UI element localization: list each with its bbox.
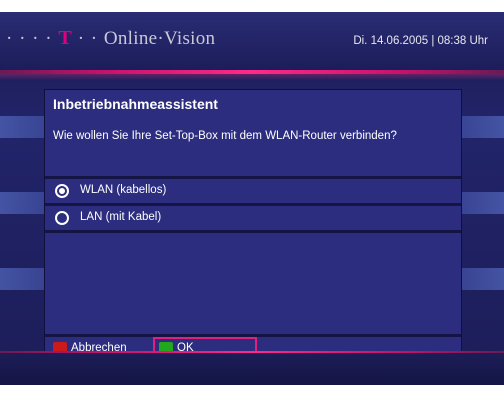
option-wlan[interactable]: WLAN (kabellos): [45, 179, 461, 203]
option-label: WLAN (kabellos): [80, 184, 167, 196]
dialog-title: Inbetriebnahmeassistent: [53, 96, 218, 112]
bottom-bar: [0, 353, 504, 385]
logo-dots: · · · ·: [6, 28, 59, 49]
t-online-vision-logo: · · · · T · · Online·Vision: [6, 27, 215, 57]
top-bar: · · · · T · · Online·Vision Di. 14.06.20…: [0, 12, 504, 70]
dialog-question: Wie wollen Sie Ihre Set-Top-Box mit dem …: [53, 130, 397, 142]
tv-screen: · · · · T · · Online·Vision Di. 14.06.20…: [0, 12, 504, 385]
setup-wizard-dialog: Inbetriebnahmeassistent Wie wollen Sie I…: [44, 89, 462, 363]
logo-dots-2: · ·: [71, 28, 104, 49]
telekom-t-icon: T: [58, 27, 72, 49]
option-label: LAN (mit Kabel): [80, 211, 162, 223]
radio-unselected-icon[interactable]: [55, 211, 69, 225]
brand-name: Online·Vision: [103, 28, 216, 49]
header-glow: [0, 74, 504, 80]
option-lan[interactable]: LAN (mit Kabel): [45, 206, 461, 230]
radio-selected-icon[interactable]: [55, 184, 69, 198]
date-time: Di. 14.06.2005 | 08:38 Uhr: [353, 35, 488, 47]
divider: [45, 230, 461, 233]
